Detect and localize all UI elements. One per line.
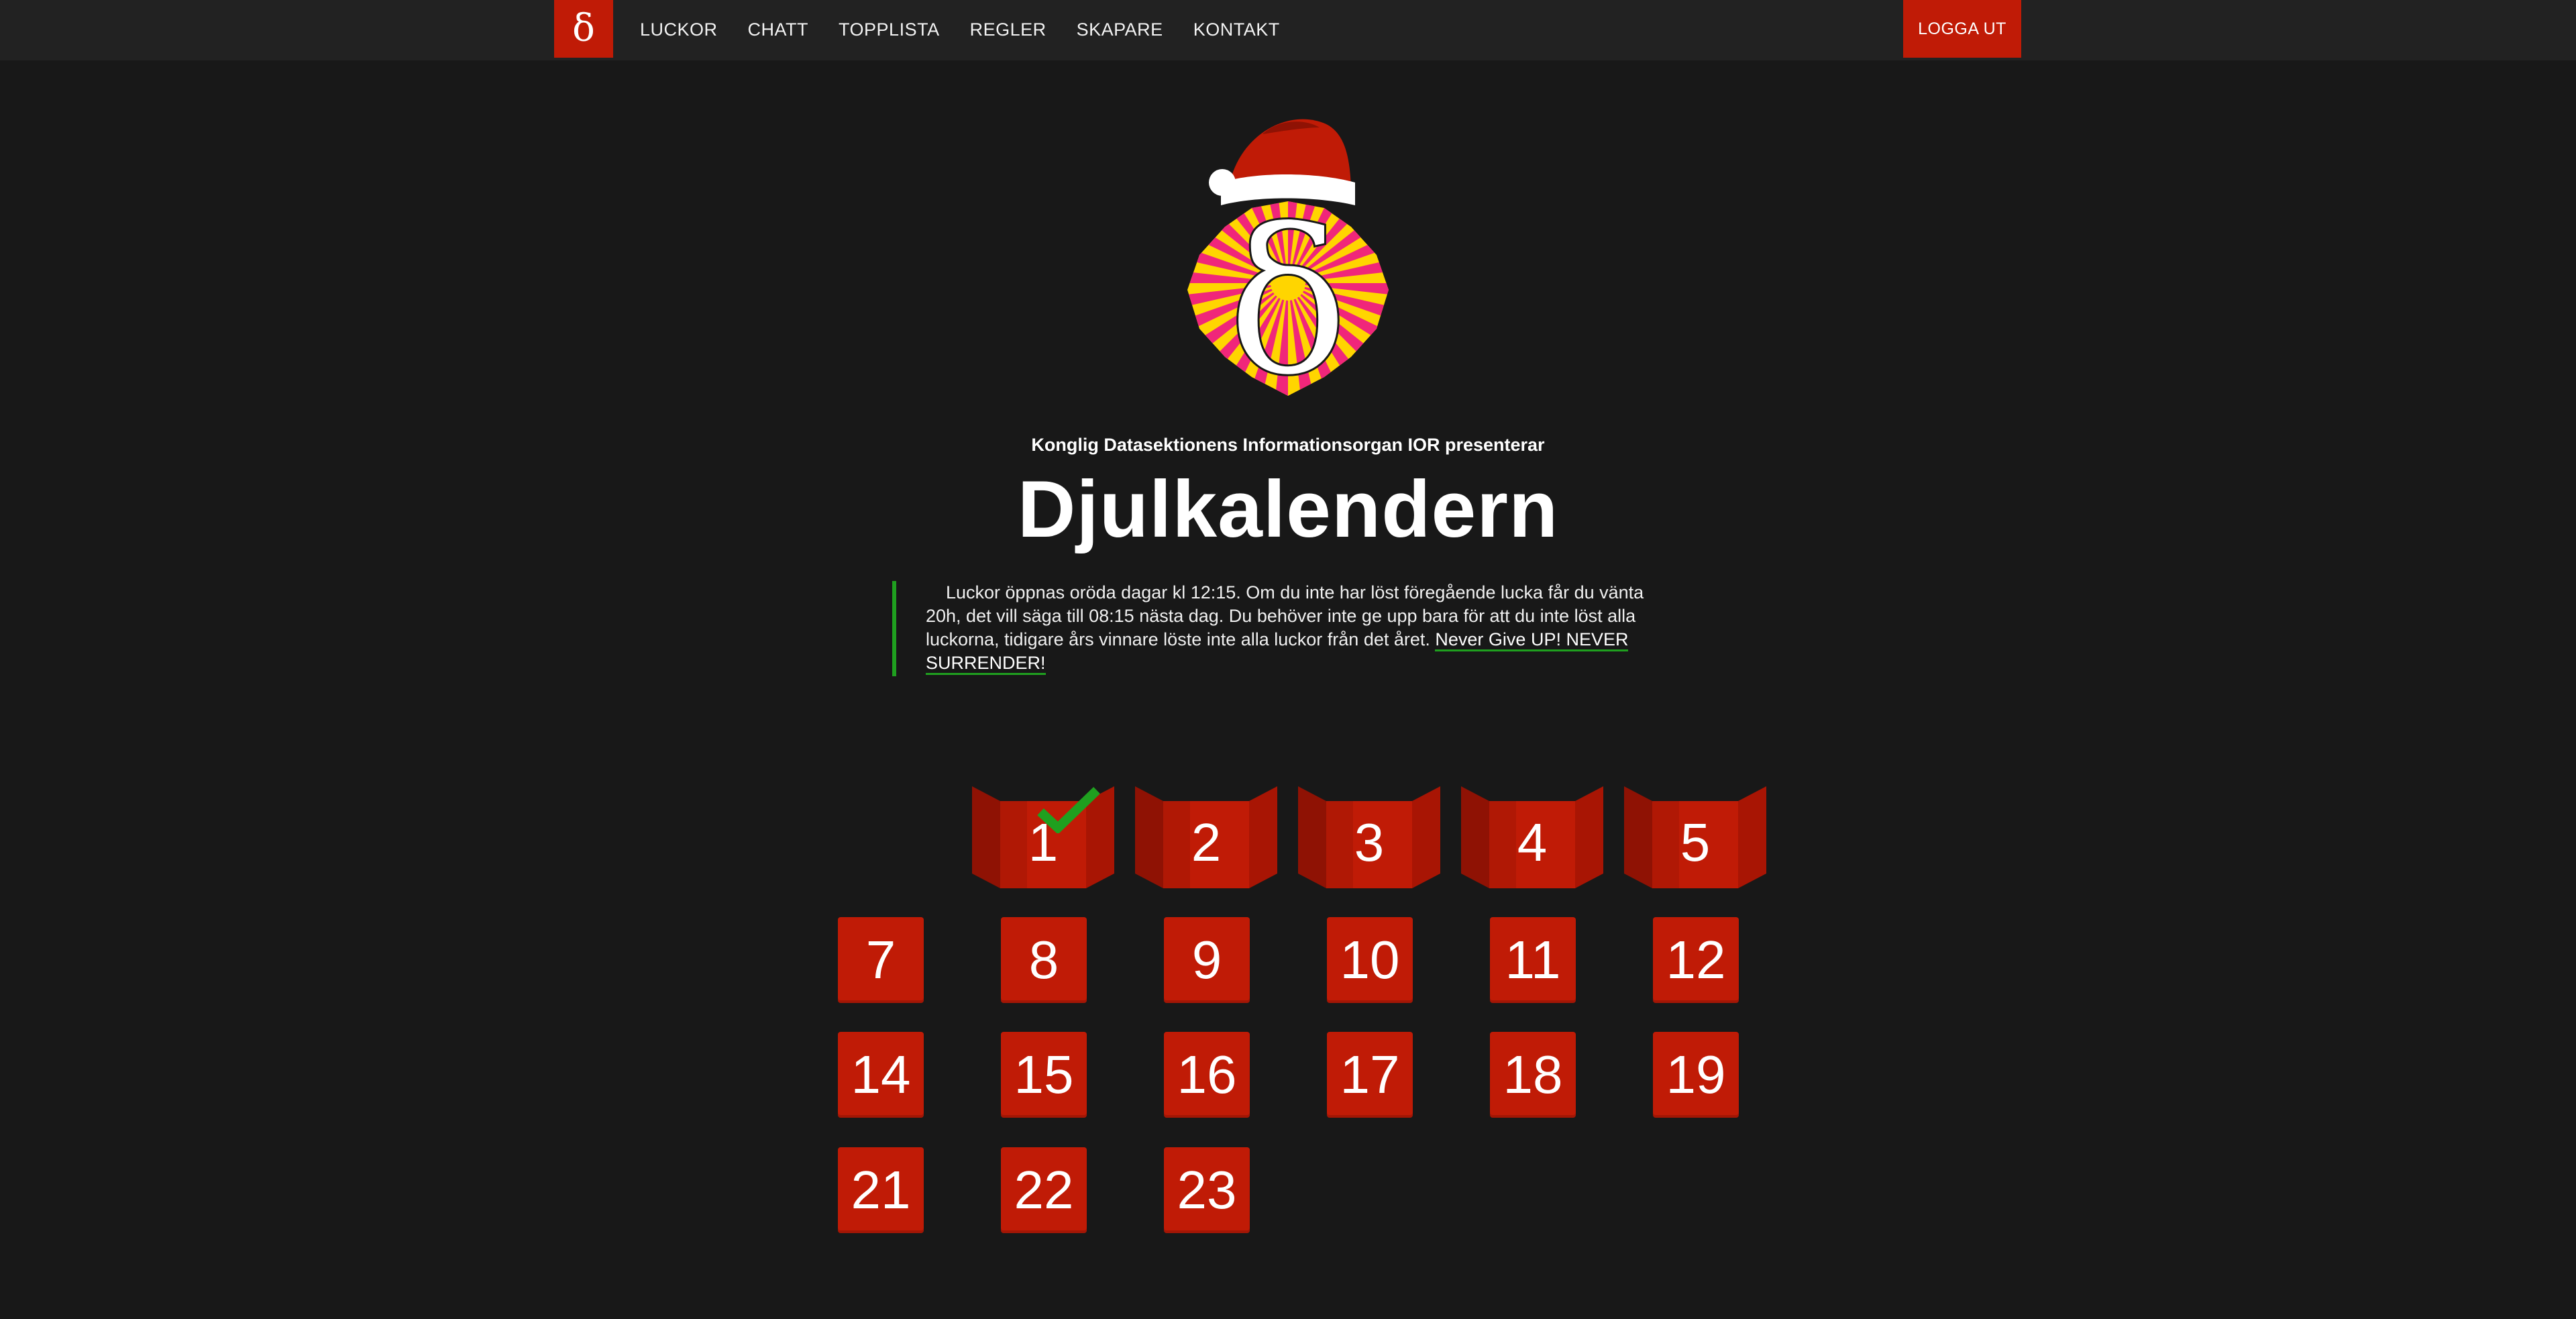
calendar-day-tile[interactable]: 12 (1653, 917, 1739, 1003)
calendar-day-tile[interactable]: 23 (1164, 1147, 1250, 1233)
calendar-day-tile[interactable]: 7 (838, 917, 924, 1003)
nav-link-topplista[interactable]: TOPPLISTA (839, 19, 940, 40)
logout-button[interactable]: LOGGA UT (1903, 0, 2021, 58)
calendar-door-number: 2 (1191, 812, 1222, 872)
calendar-day-tile[interactable]: 22 (1001, 1147, 1087, 1233)
calendar-day-tile[interactable]: 19 (1653, 1032, 1739, 1118)
calendar-door-number: 4 (1517, 812, 1548, 872)
top-navbar: δ LUCKOR CHATT TOPPLISTA REGLER SKAPARE … (0, 0, 2576, 60)
nav-links: LUCKOR CHATT TOPPLISTA REGLER SKAPARE KO… (640, 0, 1310, 59)
nav-link-skapare[interactable]: SKAPARE (1077, 19, 1163, 40)
calendar-day-tile[interactable]: 14 (838, 1032, 924, 1118)
nav-link-luckor[interactable]: LUCKOR (640, 19, 718, 40)
santa-delta-mascot-logo: δ (1175, 107, 1401, 421)
calendar-door-number: 3 (1354, 812, 1385, 872)
calendar-door-open[interactable]: 5 (1624, 786, 1766, 888)
calendar-day-tile[interactable]: 21 (838, 1147, 924, 1233)
calendar-door-open[interactable]: 3 (1298, 786, 1440, 888)
nav-link-kontakt[interactable]: KONTAKT (1193, 19, 1280, 40)
calendar-day-tile[interactable]: 17 (1327, 1032, 1413, 1118)
calendar-day-tile[interactable]: 8 (1001, 917, 1087, 1003)
calendar-day-tile[interactable]: 10 (1327, 917, 1413, 1003)
calendar-door-open[interactable]: 4 (1461, 786, 1603, 888)
calendar-day-tile[interactable]: 16 (1164, 1032, 1250, 1118)
delta-logo-icon: δ (572, 7, 595, 50)
nav-link-chatt[interactable]: CHATT (748, 19, 809, 40)
calendar-door-number: 5 (1680, 812, 1711, 872)
calendar-day-tile[interactable]: 9 (1164, 917, 1250, 1003)
presents-subtitle: Konglig Datasektionens Informationsorgan… (1031, 435, 1545, 455)
nav-link-regler[interactable]: REGLER (970, 19, 1046, 40)
rules-blockquote: Luckor öppnas oröda dagar kl 12:15. Om d… (892, 581, 1664, 676)
delta-glyph-icon: δ (1228, 186, 1349, 403)
calendar-door-open[interactable]: 1 (972, 786, 1114, 888)
calendar-day-tile[interactable]: 18 (1490, 1032, 1576, 1118)
page-title: Djulkalendern (1017, 464, 1559, 554)
calendar-day-tile[interactable]: 15 (1001, 1032, 1087, 1118)
calendar-day-tile[interactable]: 11 (1490, 917, 1576, 1003)
calendar-door-open[interactable]: 2 (1135, 786, 1277, 888)
home-logo-button[interactable]: δ (554, 0, 613, 58)
